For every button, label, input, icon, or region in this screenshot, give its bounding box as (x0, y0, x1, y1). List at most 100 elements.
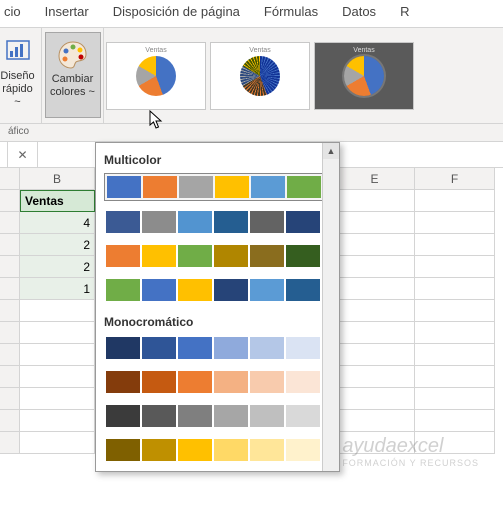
cancel-button[interactable]: ✕ (8, 142, 38, 167)
name-box-edge[interactable] (0, 142, 8, 167)
pie-icon (240, 56, 280, 96)
row-header[interactable] (0, 300, 20, 322)
color-swatch (215, 176, 249, 198)
col-header-b[interactable]: B (20, 168, 95, 190)
color-scheme-row[interactable] (104, 173, 331, 201)
color-swatch (286, 439, 320, 461)
cell[interactable] (335, 212, 415, 234)
tab-insertar[interactable]: Insertar (33, 0, 101, 27)
cell[interactable] (415, 410, 495, 432)
color-swatch (214, 337, 248, 359)
chart-style-1[interactable]: Ventas (106, 42, 206, 110)
cell[interactable] (335, 256, 415, 278)
section-monochromatic: Monocromático (104, 311, 331, 335)
select-all-corner[interactable] (0, 168, 20, 190)
color-scheme-row[interactable] (104, 209, 331, 235)
color-swatch (178, 211, 212, 233)
pie-icon (344, 56, 384, 96)
cell[interactable] (335, 278, 415, 300)
cell[interactable] (20, 366, 95, 388)
cell[interactable] (415, 344, 495, 366)
row-header[interactable] (0, 256, 20, 278)
color-swatch (250, 211, 284, 233)
cell-value[interactable]: 2 (20, 234, 95, 256)
color-swatch (286, 279, 320, 301)
color-swatch (178, 439, 212, 461)
cell[interactable] (335, 190, 415, 212)
color-scheme-row[interactable] (104, 243, 331, 269)
tab-datos[interactable]: Datos (330, 0, 388, 27)
cell[interactable] (415, 388, 495, 410)
tab-disposicion[interactable]: Disposición de página (101, 0, 252, 27)
cell[interactable] (20, 388, 95, 410)
color-swatch (142, 245, 176, 267)
tab-inicio-cut[interactable]: cio (0, 0, 33, 27)
cell[interactable] (335, 366, 415, 388)
color-swatch (214, 439, 248, 461)
cell-value[interactable]: 2 (20, 256, 95, 278)
cell[interactable] (415, 366, 495, 388)
row-header[interactable] (0, 410, 20, 432)
cell[interactable] (415, 212, 495, 234)
cell[interactable] (335, 410, 415, 432)
color-swatch (142, 211, 176, 233)
cell[interactable] (20, 344, 95, 366)
cell[interactable] (335, 432, 415, 454)
row-header[interactable] (0, 388, 20, 410)
quick-layout-button[interactable]: Diseño rápido ~ (0, 32, 39, 111)
color-swatch (250, 337, 284, 359)
col-header-e[interactable]: E (335, 168, 415, 190)
color-scheme-row[interactable] (104, 369, 331, 395)
row-header[interactable] (0, 190, 20, 212)
cell-value[interactable]: 1 (20, 278, 95, 300)
cell[interactable] (20, 410, 95, 432)
color-swatch (287, 176, 321, 198)
cell[interactable] (415, 234, 495, 256)
cell[interactable] (335, 344, 415, 366)
row-header[interactable] (0, 234, 20, 256)
chart-style-3[interactable]: Ventas (314, 42, 414, 110)
color-swatch (142, 371, 176, 393)
ribbon-body: Diseño rápido ~ Cambiar colores ~ Ventas… (0, 28, 503, 124)
cell[interactable] (415, 190, 495, 212)
row-header[interactable] (0, 322, 20, 344)
color-swatch (250, 405, 284, 427)
cell[interactable] (415, 278, 495, 300)
tab-formulas[interactable]: Fórmulas (252, 0, 330, 27)
cell[interactable] (415, 300, 495, 322)
chart-style-2[interactable]: Ventas (210, 42, 310, 110)
cell[interactable] (415, 256, 495, 278)
tab-revisar-cut[interactable]: R (388, 0, 421, 27)
color-scheme-row[interactable] (104, 277, 331, 303)
change-colors-button[interactable]: Cambiar colores ~ (45, 32, 101, 118)
cell[interactable] (335, 234, 415, 256)
row-header[interactable] (0, 366, 20, 388)
dropdown-scrollbar[interactable]: ▲ (322, 143, 339, 471)
color-swatch (286, 211, 320, 233)
cell[interactable] (335, 388, 415, 410)
cell[interactable] (20, 322, 95, 344)
color-scheme-row[interactable] (104, 403, 331, 429)
color-swatch (214, 279, 248, 301)
scroll-up-icon[interactable]: ▲ (323, 143, 339, 159)
cell-value[interactable]: 4 (20, 212, 95, 234)
color-swatch (178, 371, 212, 393)
cell[interactable] (415, 322, 495, 344)
cell[interactable] (20, 300, 95, 322)
cell-header-ventas[interactable]: Ventas (20, 190, 95, 212)
row-header[interactable] (0, 344, 20, 366)
color-scheme-row[interactable] (104, 335, 331, 361)
color-swatch (106, 211, 140, 233)
x-icon: ✕ (17, 148, 27, 162)
cell[interactable] (415, 432, 495, 454)
cell[interactable] (335, 300, 415, 322)
row-header[interactable] (0, 432, 20, 454)
row-header[interactable] (0, 212, 20, 234)
col-header-f[interactable]: F (415, 168, 495, 190)
color-scheme-row[interactable] (104, 437, 331, 463)
cell[interactable] (20, 432, 95, 454)
cell[interactable] (335, 322, 415, 344)
color-swatch (214, 245, 248, 267)
row-header[interactable] (0, 278, 20, 300)
thumb-title: Ventas (353, 47, 374, 54)
